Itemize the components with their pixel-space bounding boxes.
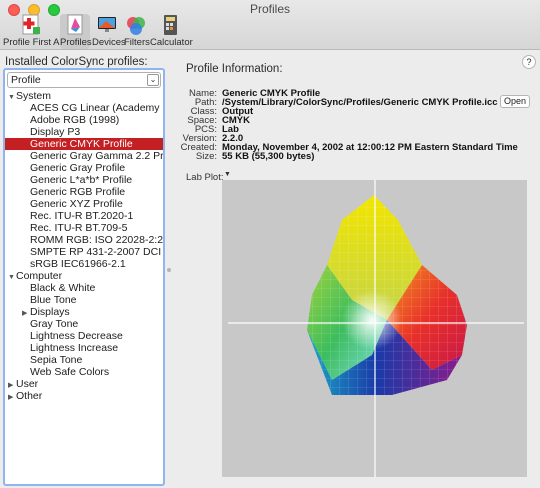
- lab-plot-label: Lab Plot:: [186, 172, 224, 183]
- toolbar-devices[interactable]: Devices: [92, 14, 126, 49]
- gamut-white-point: [342, 290, 402, 350]
- profiles-icon: [67, 14, 83, 35]
- filters-icon: [127, 17, 145, 35]
- tree-row-label: Generic CMYK Profile: [30, 138, 133, 150]
- tree-group-row[interactable]: ▼System: [5, 90, 163, 102]
- tree-profile-row[interactable]: Generic Gray Gamma 2.2 Profile: [5, 150, 163, 162]
- lab-gamut-plot: [228, 180, 524, 477]
- disclosure-open-icon[interactable]: ▼: [8, 92, 16, 102]
- tree-group-row[interactable]: ▶ User: [5, 378, 163, 390]
- tree-row-label: Lightness Increase: [30, 342, 119, 354]
- tree-row-label: ROMM RGB: ISO 22028-2:2013: [30, 234, 163, 246]
- toolbar-item-label: Devices: [92, 37, 126, 48]
- tree-profile-row[interactable]: sRGB IEC61966-2.1: [5, 258, 163, 270]
- tree-row-label: Web Safe Colors: [30, 366, 110, 378]
- tree-row-label: Blue Tone: [30, 294, 77, 306]
- toolbar-item-label: Profile First Aid: [3, 37, 67, 48]
- tree-profile-row[interactable]: Black & White: [5, 282, 163, 294]
- profile-filter-value: Profile: [11, 74, 41, 86]
- tree-row-label: System: [16, 90, 52, 102]
- profile-tree[interactable]: ▼SystemACES CG Linear (Academy Col...Ado…: [5, 90, 163, 484]
- tree-profile-row[interactable]: Generic L*a*b* Profile: [5, 174, 163, 186]
- tree-row-label: Sepia Tone: [30, 354, 83, 366]
- tree-row-label: Lightness Decrease: [30, 330, 123, 342]
- tree-profile-row[interactable]: Rec. ITU-R BT.2020-1: [5, 210, 163, 222]
- split-view-divider[interactable]: [167, 268, 171, 272]
- tree-profile-row[interactable]: Adobe RGB (1998): [5, 114, 163, 126]
- tree-row-label: Displays: [30, 306, 70, 318]
- tree-row-label: User: [16, 378, 39, 390]
- tree-row-label: Generic Gray Gamma 2.2 Profile: [30, 150, 163, 162]
- tree-profile-row[interactable]: Gray Tone: [5, 318, 163, 330]
- calculator-icon: [164, 15, 177, 35]
- tree-row-label: Generic XYZ Profile: [30, 198, 123, 210]
- tree-row-label: Computer: [16, 270, 63, 282]
- tree-profile-row[interactable]: Generic Gray Profile: [5, 162, 163, 174]
- disclosure-closed-icon[interactable]: ▶: [8, 380, 16, 390]
- tree-group-row[interactable]: ▼Computer: [5, 270, 163, 282]
- chevron-down-icon: ⌄: [147, 74, 159, 86]
- tree-row-label: Adobe RGB (1998): [30, 114, 120, 126]
- toolbar-filters[interactable]: Filters: [124, 14, 150, 49]
- tree-row-label: Rec. ITU-R BT.2020-1: [30, 210, 134, 222]
- tree-row-label: Other: [16, 390, 43, 402]
- tree-profile-row[interactable]: Generic XYZ Profile: [5, 198, 163, 210]
- tree-profile-row[interactable]: Generic CMYK Profile: [5, 138, 163, 150]
- tree-profile-row[interactable]: ROMM RGB: ISO 22028-2:2013: [5, 234, 163, 246]
- tree-row-label: Display P3: [30, 126, 81, 138]
- tree-row-label: Generic L*a*b* Profile: [30, 174, 133, 186]
- tree-profile-row[interactable]: Lightness Increase: [5, 342, 163, 354]
- tree-profile-row[interactable]: Lightness Decrease: [5, 330, 163, 342]
- tree-group-row[interactable]: ▶ Other: [5, 390, 163, 402]
- tree-row-label: SMPTE RP 431-2-2007 DCI (P3): [30, 246, 163, 258]
- toolbar-item-label: Profiles: [60, 37, 92, 48]
- installed-profiles-heading: Installed ColorSync profiles:: [5, 56, 148, 68]
- tree-profile-row[interactable]: SMPTE RP 431-2-2007 DCI (P3): [5, 246, 163, 258]
- tree-row-label: Black & White: [30, 282, 96, 294]
- devices-icon: [98, 17, 116, 32]
- tree-profile-row[interactable]: Rec. ITU-R BT.709-5: [5, 222, 163, 234]
- open-button[interactable]: Open: [500, 95, 530, 108]
- toolbar-profiles[interactable]: Profiles: [60, 14, 92, 49]
- tree-profile-row[interactable]: Blue Tone: [5, 294, 163, 306]
- tree-row-label: Generic RGB Profile: [30, 186, 126, 198]
- tree-group-row[interactable]: ▶ Displays: [5, 306, 163, 318]
- title-bar: Profiles Profile First Aid Profiles Devi…: [0, 0, 540, 50]
- tree-row-label: Rec. ITU-R BT.709-5: [30, 222, 128, 234]
- first-aid-icon: [22, 14, 40, 35]
- tree-row-label: Gray Tone: [30, 318, 79, 330]
- profile-filter-popup[interactable]: Profile ⌄: [7, 72, 161, 88]
- toolbar-item-label: Calculator: [150, 37, 193, 48]
- lab-plot-menu[interactable]: ▼: [224, 171, 231, 178]
- profile-info-heading: Profile Information:: [186, 63, 283, 75]
- toolbar-calculator[interactable]: Calculator: [150, 14, 193, 49]
- tree-profile-row[interactable]: ACES CG Linear (Academy Col...: [5, 102, 163, 114]
- disclosure-closed-icon[interactable]: ▶: [8, 392, 16, 402]
- tree-row-label: sRGB IEC61966-2.1: [30, 258, 126, 270]
- profile-browser[interactable]: Profile ⌄ ▼System ACES CG Linear (Academy…: [3, 68, 165, 486]
- disclosure-open-icon[interactable]: ▼: [8, 272, 16, 282]
- toolbar-item-label: Filters: [124, 37, 150, 48]
- toolbar-profile-first-aid[interactable]: Profile First Aid: [3, 14, 67, 49]
- tree-row-label: Generic Gray Profile: [30, 162, 126, 174]
- info-field-value: 55 KB (55,300 bytes): [222, 151, 315, 162]
- tree-profile-row[interactable]: Sepia Tone: [5, 354, 163, 366]
- tree-profile-row[interactable]: Display P3: [5, 126, 163, 138]
- disclosure-closed-icon[interactable]: ▶: [22, 308, 30, 318]
- tree-row-label: ACES CG Linear (Academy Col...: [30, 102, 163, 114]
- tree-profile-row[interactable]: Generic RGB Profile: [5, 186, 163, 198]
- info-field-value: /System/Library/ColorSync/Profiles/Gener…: [222, 97, 498, 108]
- info-field-label: Size:: [195, 151, 217, 162]
- tree-profile-row[interactable]: Web Safe Colors: [5, 366, 163, 378]
- help-button[interactable]: ?: [522, 55, 536, 69]
- lab-plot[interactable]: [222, 180, 527, 477]
